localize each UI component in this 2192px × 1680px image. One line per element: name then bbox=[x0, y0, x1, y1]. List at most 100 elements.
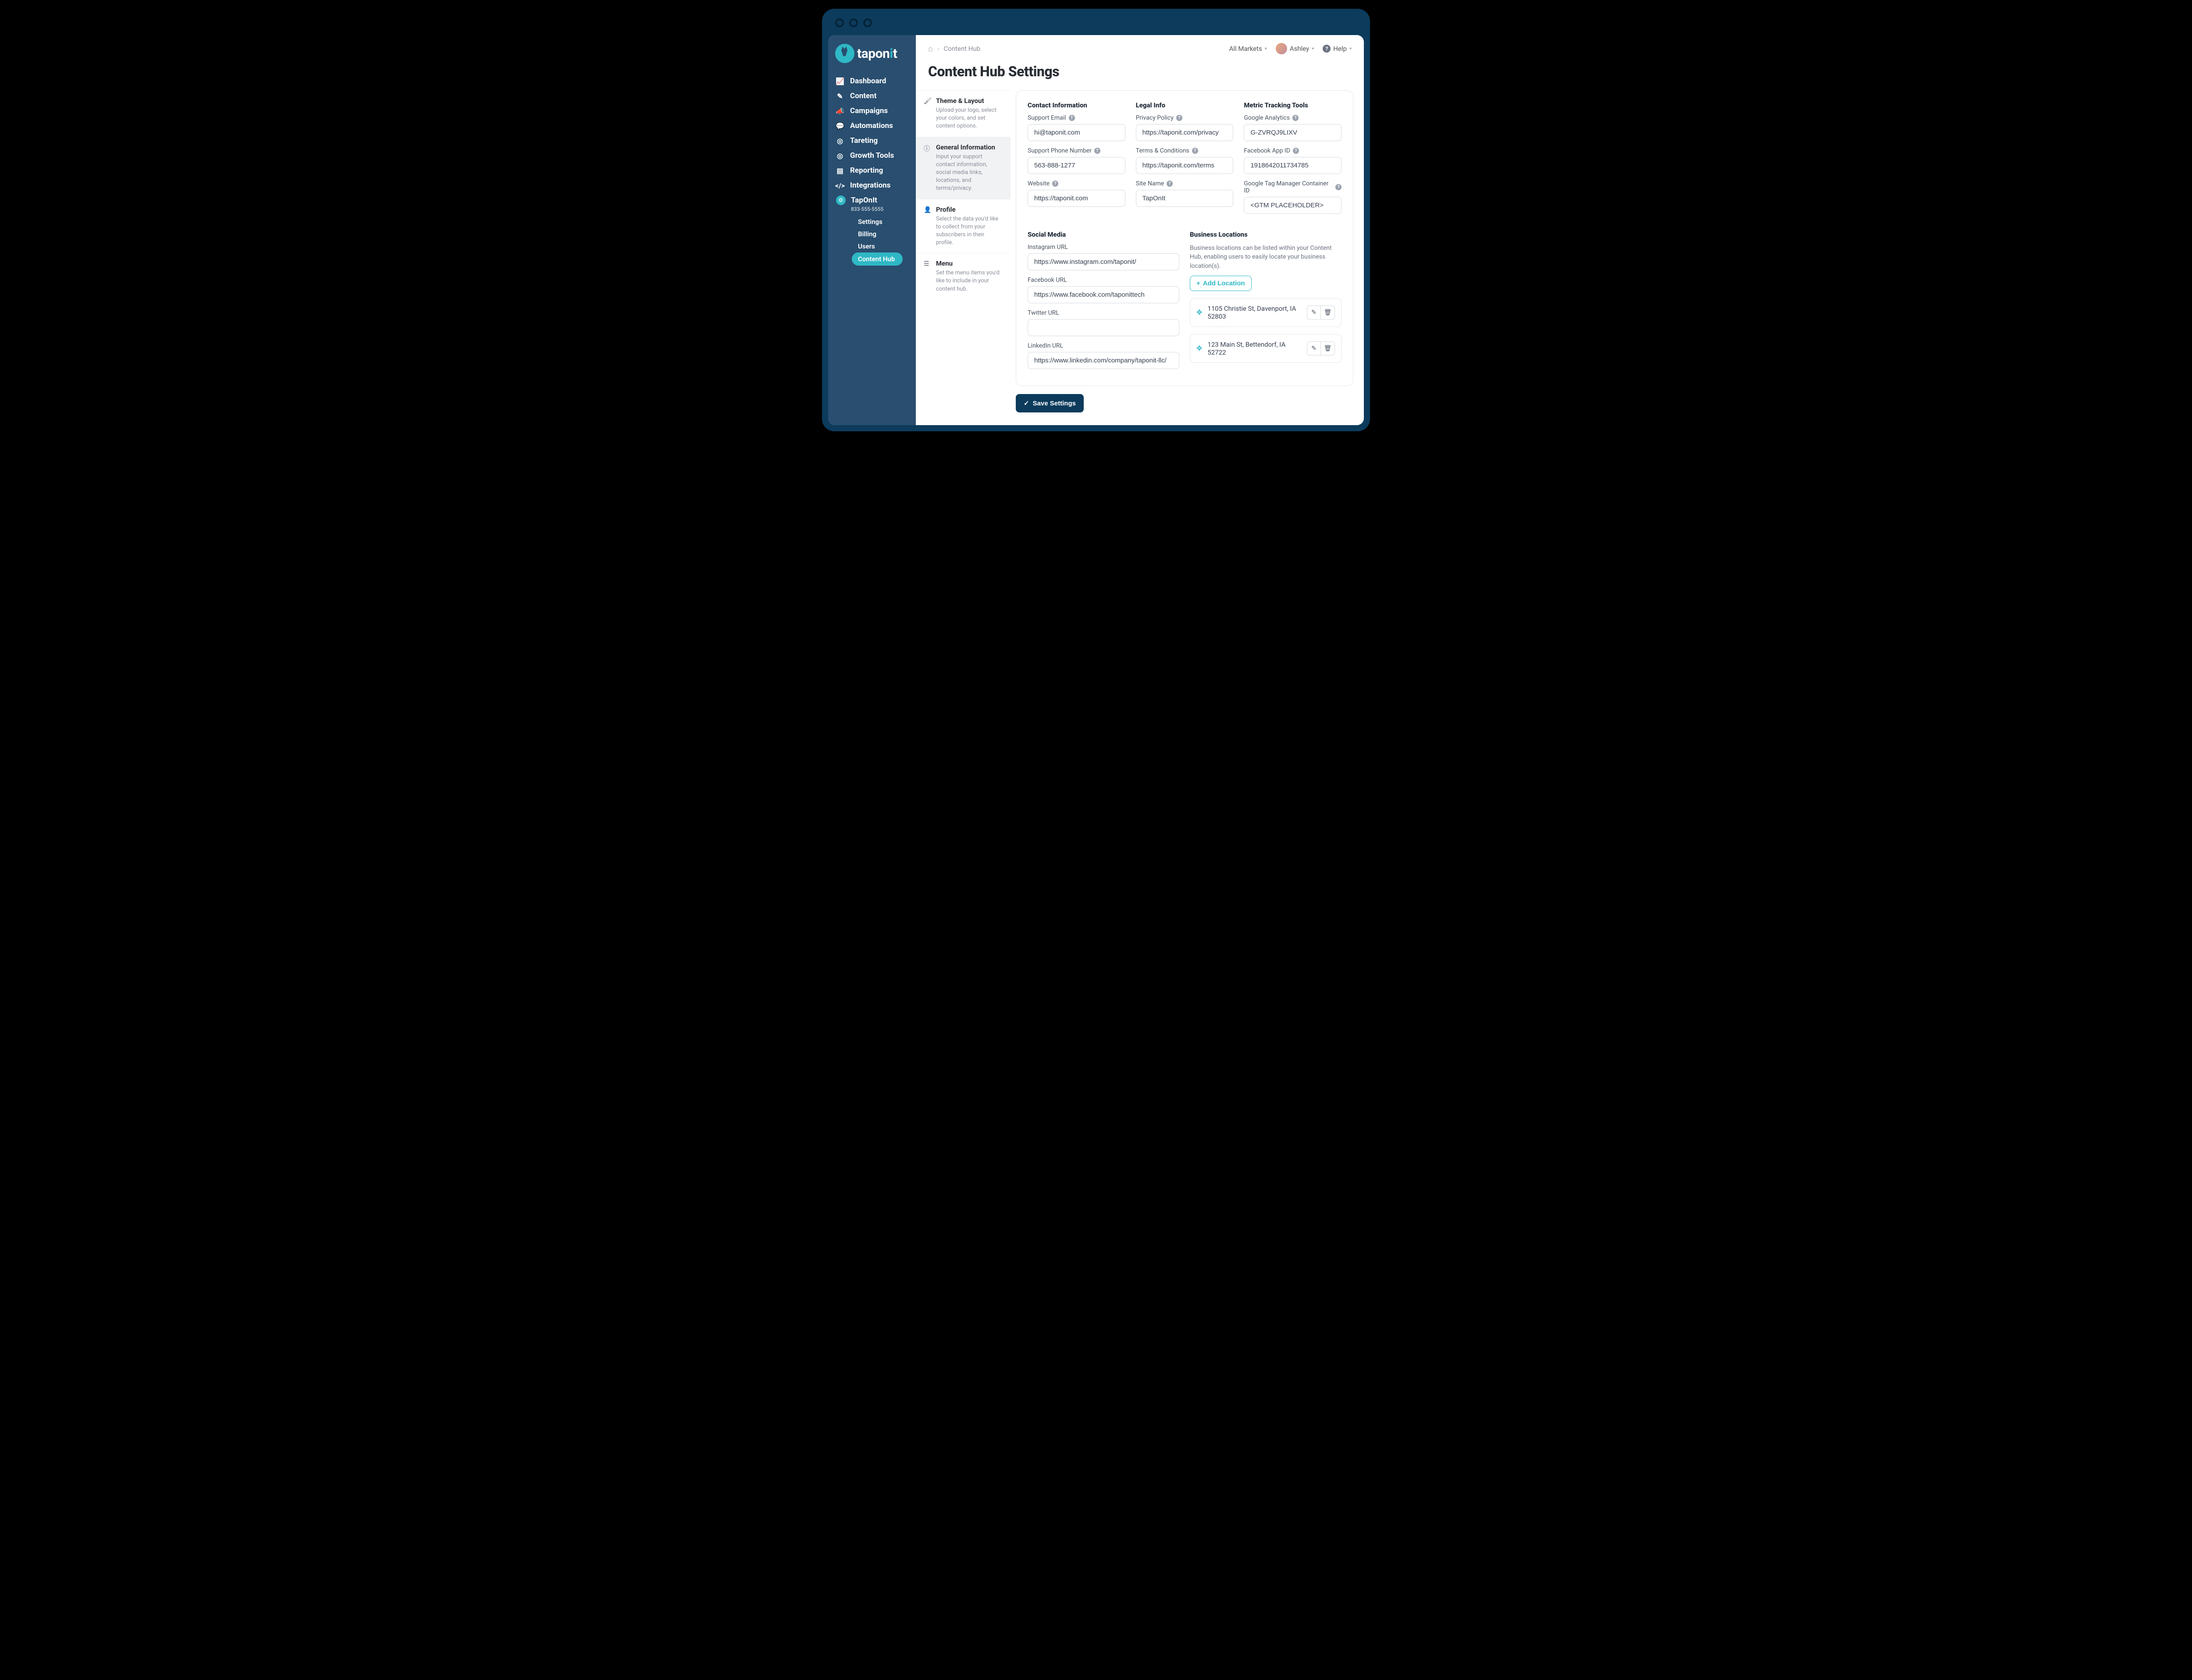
nav-label: Growth Tools bbox=[850, 151, 894, 160]
markets-dropdown[interactable]: All Markets ▾ bbox=[1229, 45, 1267, 53]
help-tooltip-icon[interactable]: ? bbox=[1052, 181, 1058, 187]
breadcrumb-current[interactable]: Content Hub bbox=[943, 45, 980, 53]
add-location-button[interactable]: + Add Location bbox=[1190, 276, 1252, 291]
field-label: Twitter URL bbox=[1028, 309, 1059, 316]
user-icon: 👤 bbox=[924, 206, 931, 247]
move-icon[interactable]: ✥ bbox=[1196, 344, 1202, 352]
sn-item-menu[interactable]: ☰ Menu Set the menu items you'd like to … bbox=[916, 253, 1011, 299]
settings-panel: Contact Information Support Email? Suppo… bbox=[1016, 90, 1353, 386]
instagram-url-input[interactable] bbox=[1028, 253, 1179, 270]
home-icon[interactable]: ⌂ bbox=[928, 44, 933, 53]
nav-label: Automations bbox=[850, 121, 893, 130]
support-phone-input[interactable] bbox=[1028, 157, 1125, 174]
location-address: 1105 Christie St, Davenport, IA 52803 bbox=[1207, 305, 1302, 320]
location-address: 123 Main St, Bettendorf, IA 52722 bbox=[1207, 341, 1302, 356]
subnav-item-settings[interactable]: Settings bbox=[858, 216, 908, 228]
twitter-url-input[interactable] bbox=[1028, 319, 1179, 336]
account-phone: 833-555-5555 bbox=[851, 206, 908, 212]
account-name: TapOnIt bbox=[851, 196, 877, 205]
target-icon: ◎ bbox=[836, 152, 844, 160]
website-input[interactable] bbox=[1028, 190, 1125, 207]
sn-desc: Select the data you'd like to collect fr… bbox=[936, 215, 1003, 247]
site-name-input[interactable] bbox=[1136, 190, 1234, 207]
sn-item-theme-layout[interactable]: 🖌 Theme & Layout Upload your logo, selec… bbox=[916, 90, 1011, 137]
chat-icon: 💬 bbox=[836, 122, 844, 130]
subnav-item-users[interactable]: Users bbox=[858, 240, 908, 252]
delete-location-button[interactable]: 🗑 bbox=[1321, 305, 1335, 320]
privacy-policy-input[interactable] bbox=[1136, 124, 1234, 141]
field-label: Support Email bbox=[1028, 114, 1066, 121]
sidebar: taponit 📈Dashboard ✎Content 📣Campaigns 💬… bbox=[828, 35, 916, 425]
nav-item-reporting[interactable]: ▤Reporting bbox=[828, 163, 916, 178]
help-tooltip-icon[interactable]: ? bbox=[1293, 148, 1299, 154]
nav-label: Tareting bbox=[850, 136, 878, 145]
help-tooltip-icon[interactable]: ? bbox=[1292, 115, 1299, 121]
page-title: Content Hub Settings bbox=[916, 54, 1364, 90]
subnav-item-billing[interactable]: Billing bbox=[858, 228, 908, 240]
nav-item-automations[interactable]: 💬 Automations bbox=[828, 118, 916, 133]
primary-nav: 📈Dashboard ✎Content 📣Campaigns 💬 Automati… bbox=[828, 74, 916, 193]
field-label: Instagram URL bbox=[1028, 244, 1068, 251]
field-label: Facebook App ID bbox=[1244, 147, 1290, 154]
sn-item-profile[interactable]: 👤 Profile Select the data you'd like to … bbox=[916, 199, 1011, 253]
logo-mark-icon bbox=[835, 44, 854, 63]
linkedin-url-input[interactable] bbox=[1028, 352, 1179, 369]
nav-item-integrations[interactable]: </>Integrations bbox=[828, 178, 916, 193]
help-tooltip-icon[interactable]: ? bbox=[1094, 148, 1100, 154]
nav-item-campaigns[interactable]: 📣Campaigns bbox=[828, 103, 916, 118]
account-row[interactable]: ⚙ TapOnIt bbox=[836, 195, 908, 205]
location-card: ✥ 1105 Christie St, Davenport, IA 52803 … bbox=[1190, 298, 1342, 327]
edit-location-button[interactable]: ✎ bbox=[1307, 305, 1321, 320]
terms-conditions-input[interactable] bbox=[1136, 157, 1234, 174]
nav-item-content[interactable]: ✎Content bbox=[828, 89, 916, 103]
nav-item-targeting[interactable]: ◎ Tareting bbox=[828, 133, 916, 148]
facebook-url-input[interactable] bbox=[1028, 286, 1179, 303]
brand-logo[interactable]: taponit bbox=[828, 35, 916, 74]
legal-section: Legal Info Privacy Policy? Terms & Condi… bbox=[1136, 101, 1234, 220]
trash-icon: 🗑 bbox=[1324, 345, 1332, 352]
move-icon[interactable]: ✥ bbox=[1196, 308, 1202, 316]
support-email-input[interactable] bbox=[1028, 124, 1125, 141]
google-analytics-input[interactable] bbox=[1244, 124, 1342, 141]
location-card: ✥ 123 Main St, Bettendorf, IA 52722 ✎ 🗑 bbox=[1190, 334, 1342, 363]
field-label: Privacy Policy bbox=[1136, 114, 1174, 121]
help-tooltip-icon[interactable]: ? bbox=[1069, 115, 1075, 121]
window-titlebar bbox=[828, 15, 1364, 35]
subnav-item-content-hub[interactable]: Content Hub bbox=[852, 252, 903, 266]
info-icon: ⓘ bbox=[924, 144, 931, 193]
nav-item-growth-tools[interactable]: ◎ Growth Tools bbox=[828, 148, 916, 163]
field-label: Facebook URL bbox=[1028, 277, 1067, 284]
save-settings-button[interactable]: ✓ Save Settings bbox=[1016, 394, 1084, 412]
field-label: Support Phone Number bbox=[1028, 147, 1092, 154]
gtm-container-id-input[interactable] bbox=[1244, 197, 1342, 214]
help-menu[interactable]: ? Help ▾ bbox=[1323, 45, 1352, 53]
field-label: Google Analytics bbox=[1244, 114, 1290, 121]
sn-item-general-information[interactable]: ⓘ General Information Input your support… bbox=[916, 137, 1011, 199]
help-label: Help bbox=[1333, 45, 1347, 53]
contact-section: Contact Information Support Email? Suppo… bbox=[1028, 101, 1125, 220]
delete-location-button[interactable]: 🗑 bbox=[1321, 341, 1335, 355]
nav-label: Content bbox=[850, 92, 876, 100]
help-tooltip-icon[interactable]: ? bbox=[1176, 115, 1182, 121]
code-icon: </> bbox=[836, 181, 844, 190]
help-tooltip-icon[interactable]: ? bbox=[1335, 184, 1342, 190]
section-title: Business Locations bbox=[1190, 231, 1342, 238]
nav-item-dashboard[interactable]: 📈Dashboard bbox=[828, 74, 916, 89]
add-location-label: Add Location bbox=[1203, 280, 1245, 287]
edit-location-button[interactable]: ✎ bbox=[1307, 341, 1321, 355]
help-tooltip-icon[interactable]: ? bbox=[1167, 181, 1173, 187]
sn-desc: Input your support contact information, … bbox=[936, 153, 1003, 193]
sn-title: General Information bbox=[936, 143, 1003, 151]
nav-label: Reporting bbox=[850, 166, 883, 175]
secondary-nav: 🖌 Theme & Layout Upload your logo, selec… bbox=[916, 90, 1011, 425]
chevron-right-icon: › bbox=[937, 45, 939, 53]
edit-icon: ✎ bbox=[1311, 309, 1317, 316]
paintbrush-icon: 🖌 bbox=[924, 98, 931, 131]
plus-icon: + bbox=[1196, 280, 1200, 287]
target-icon: ◎ bbox=[836, 137, 844, 145]
user-menu[interactable]: Ashley ▾ bbox=[1276, 43, 1314, 54]
business-locations-section: Business Locations Business locations ca… bbox=[1190, 231, 1342, 375]
facebook-app-id-input[interactable] bbox=[1244, 157, 1342, 174]
help-tooltip-icon[interactable]: ? bbox=[1192, 148, 1198, 154]
nav-label: Campaigns bbox=[850, 107, 888, 115]
